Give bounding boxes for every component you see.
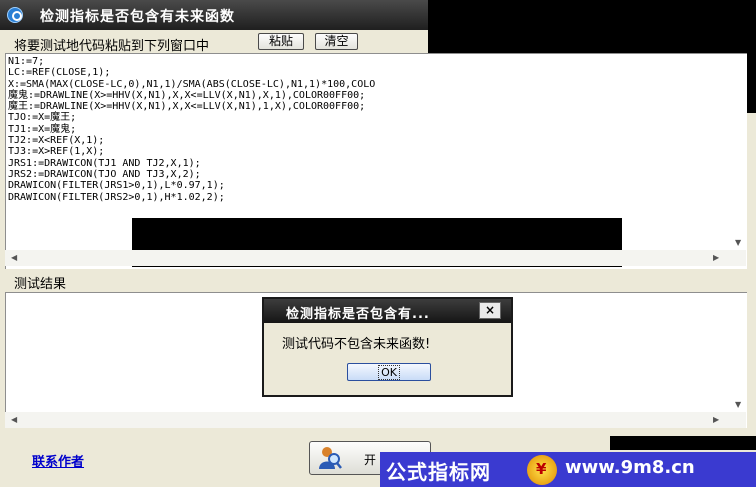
window-title: 检测指标是否包含有未来函数 (40, 9, 235, 25)
dialog-message: 测试代码不包含未来函数! (282, 337, 431, 352)
watermark-url: www.9m8.cn (565, 457, 695, 478)
scroll-down-arrow-icon[interactable]: ▼ (735, 238, 741, 247)
dialog-title: 检测指标是否包含有... (286, 307, 430, 322)
scroll-left-arrow-icon[interactable]: ◀ (11, 415, 17, 424)
person-search-icon (319, 447, 342, 469)
scroll-right-arrow-icon[interactable]: ▶ (713, 253, 719, 262)
app-search-icon (7, 7, 23, 23)
redaction-block (610, 436, 756, 450)
title-bar[interactable]: 检测指标是否包含有未来函数 (0, 0, 428, 30)
results-horizontal-scrollbar[interactable]: ◀ ▶ (5, 412, 746, 428)
dialog-close-button[interactable]: × (479, 302, 501, 319)
editor-horizontal-scrollbar[interactable]: ◀ ▶ (5, 250, 746, 266)
result-dialog: 检测指标是否包含有... × 测试代码不包含未来函数! OK (262, 297, 513, 397)
instruction-label: 将要测试地代码粘贴到下列窗口中 (14, 39, 210, 54)
main-window: 检测指标是否包含有未来函数 将要测试地代码粘贴到下列窗口中 粘贴 清空 N1:=… (0, 0, 756, 487)
dialog-ok-button[interactable]: OK (347, 363, 431, 381)
results-label: 测试结果 (14, 277, 67, 292)
dialog-title-bar[interactable]: 检测指标是否包含有... × (264, 299, 511, 323)
dialog-ok-label: OK (378, 365, 400, 380)
watermark-site-name: 公式指标网 (386, 460, 491, 484)
scroll-right-arrow-icon[interactable]: ▶ (713, 415, 719, 424)
clear-button[interactable]: 清空 (315, 33, 358, 50)
code-text[interactable]: N1:=7; LC:=REF(CLOSE,1); X:=SMA(MAX(CLOS… (6, 54, 747, 203)
coin-logo-icon (527, 455, 557, 485)
start-button-label: 开 (364, 453, 377, 467)
paste-button[interactable]: 粘贴 (258, 33, 304, 50)
scroll-down-arrow-icon[interactable]: ▼ (735, 400, 741, 409)
watermark-banner: 公式指标网 www.9m8.cn (380, 452, 756, 487)
contact-author-link[interactable]: 联系作者 (32, 451, 84, 470)
scroll-left-arrow-icon[interactable]: ◀ (11, 253, 17, 262)
